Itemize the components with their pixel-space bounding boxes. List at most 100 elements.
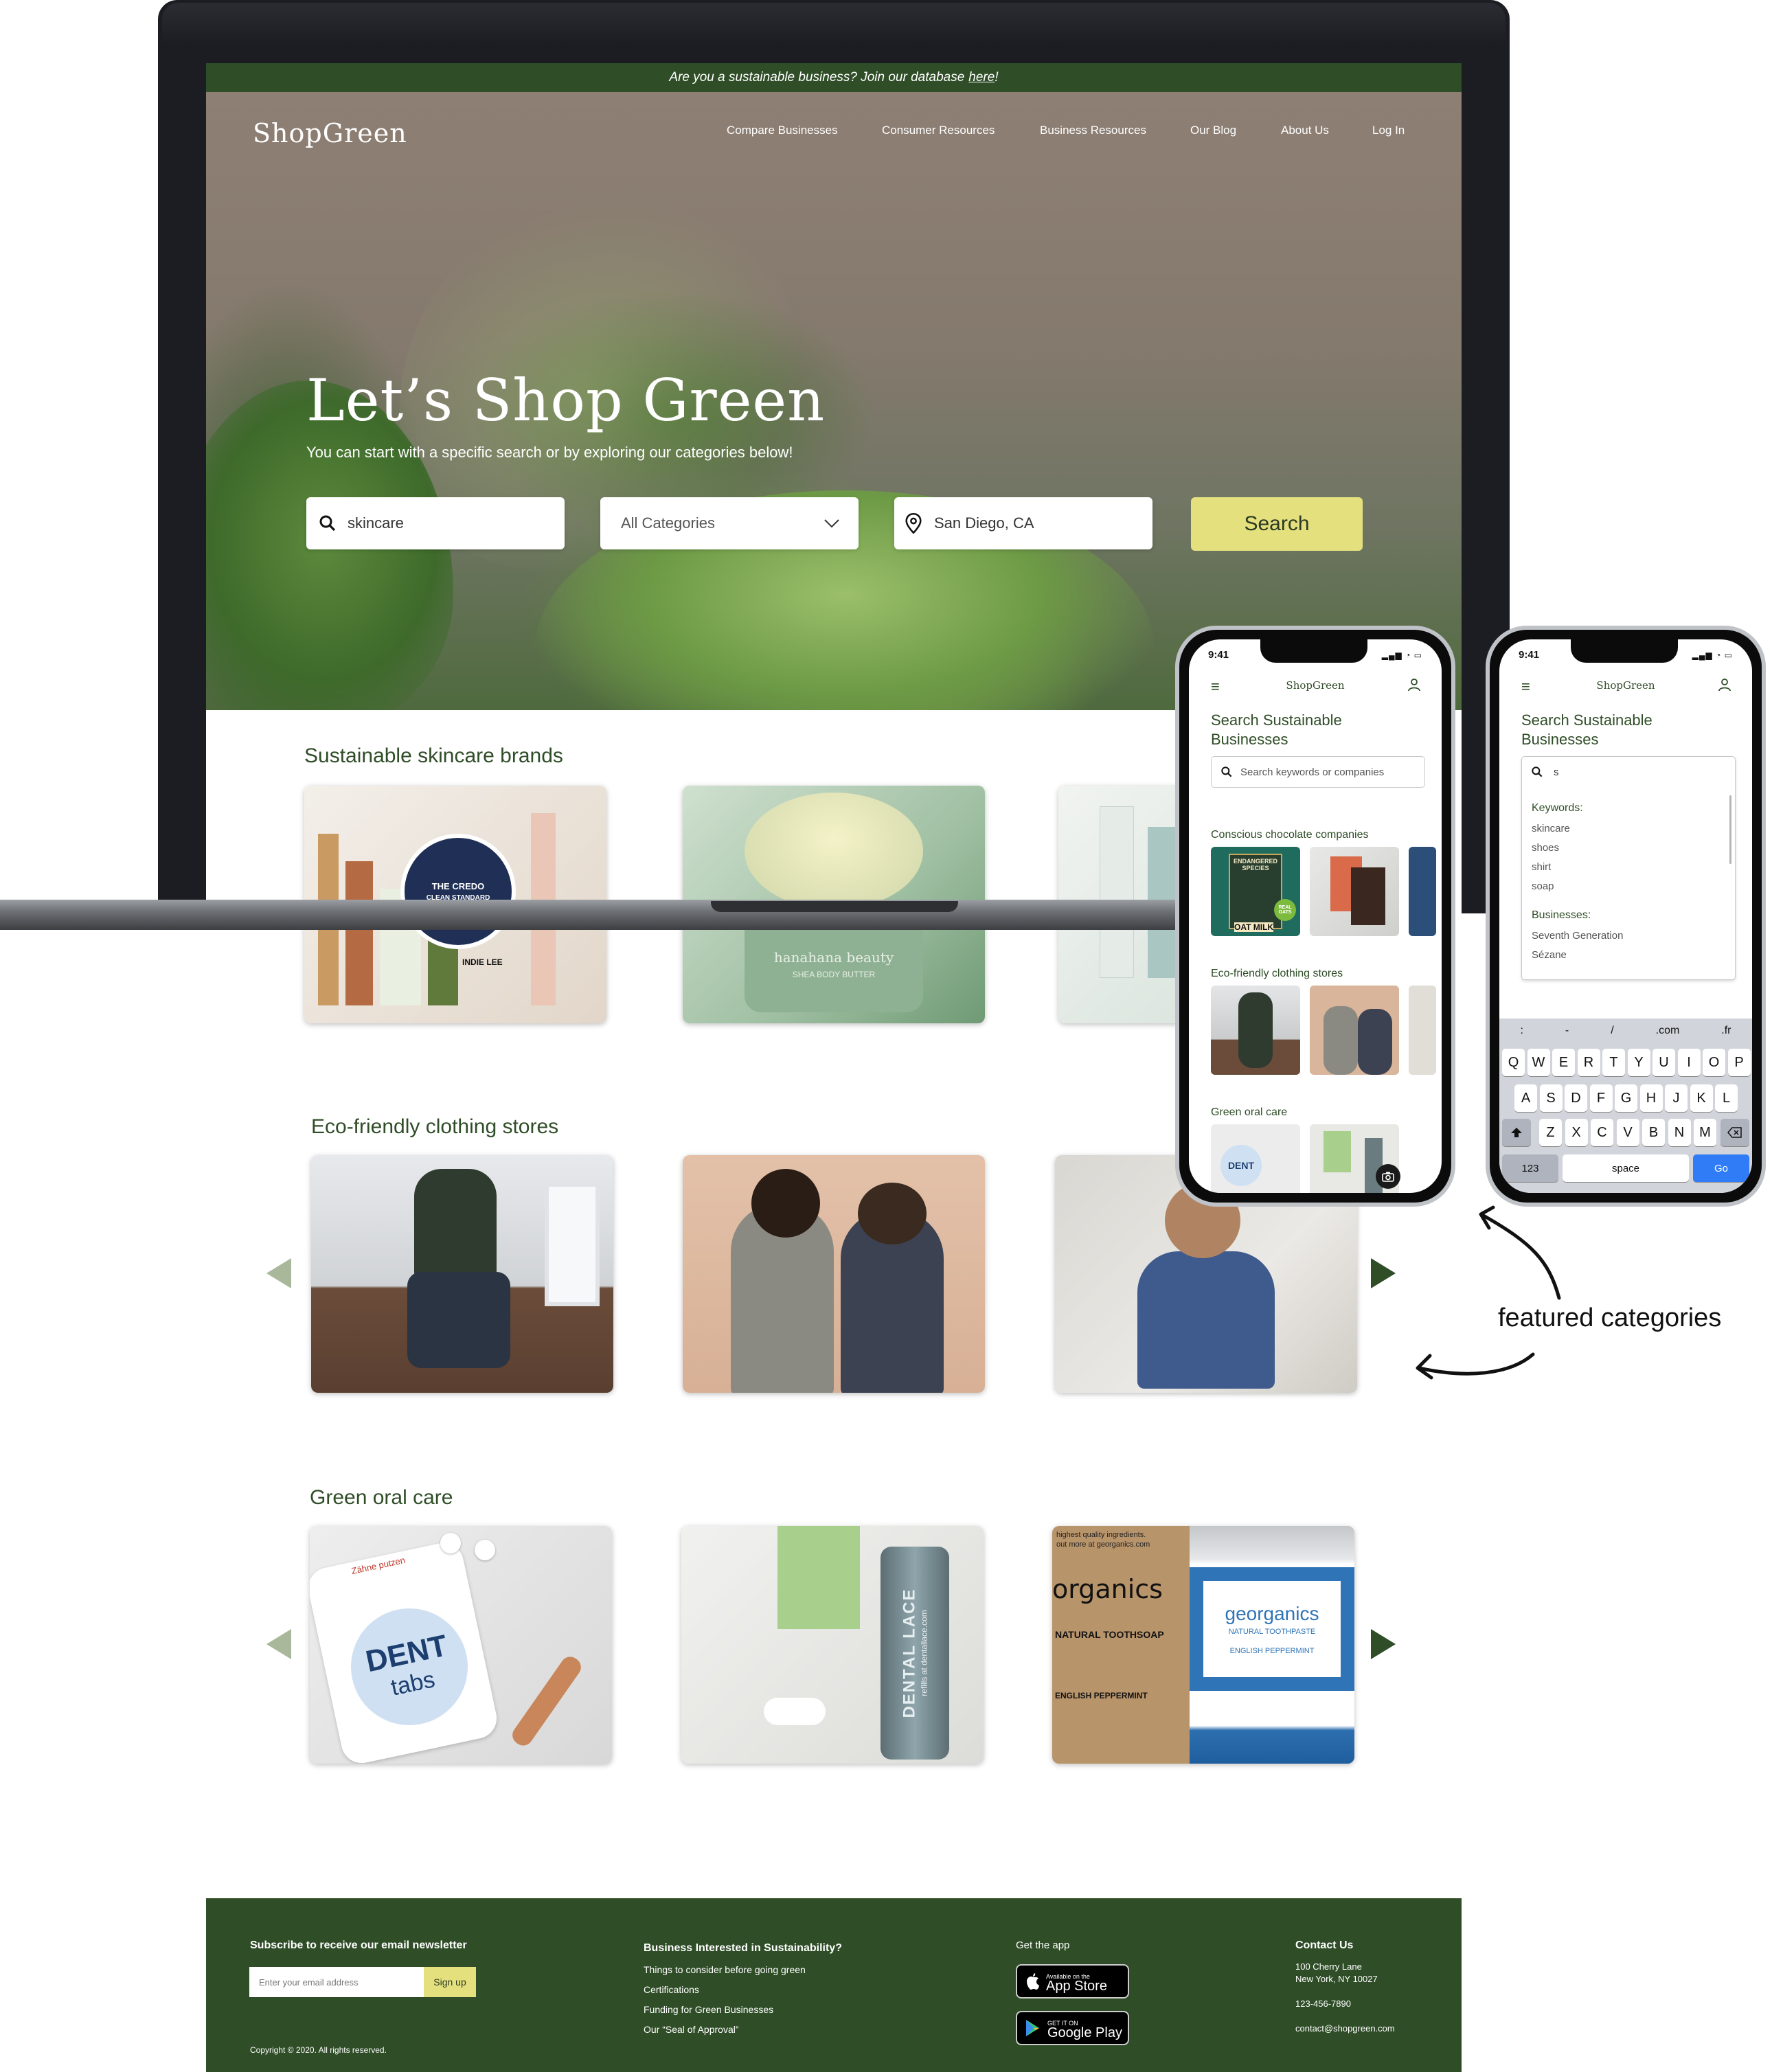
brand-logo[interactable]: ShopGreen — [253, 118, 407, 148]
keyboard-key[interactable]: V — [1616, 1119, 1639, 1146]
keyboard-key[interactable]: Z — [1539, 1119, 1562, 1146]
footer-link-seal[interactable]: Our “Seal of Approval” — [644, 2024, 739, 2035]
footer-link-funding[interactable]: Funding for Green Businesses — [644, 2004, 773, 2015]
keyboard-key[interactable]: F — [1589, 1084, 1613, 1112]
keyboard-key[interactable]: K — [1690, 1084, 1713, 1112]
keyboard-key[interactable]: L — [1715, 1084, 1738, 1112]
keyboard-key[interactable]: X — [1565, 1119, 1588, 1146]
carousel-prev-arrow[interactable] — [266, 1629, 291, 1659]
keyword-search-input[interactable]: skincare — [306, 497, 565, 549]
nav-consumer-resources[interactable]: Consumer Resources — [882, 124, 995, 137]
keyword-suggestion[interactable]: shoes — [1532, 842, 1559, 854]
keyword-suggestion[interactable]: shirt — [1532, 861, 1551, 873]
keyboard-key[interactable]: N — [1668, 1119, 1691, 1146]
numbers-key[interactable]: 123 — [1502, 1154, 1558, 1182]
announcement-link[interactable]: here — [968, 70, 995, 85]
location-input[interactable]: San Diego, CA — [894, 497, 1152, 549]
nav-business-resources[interactable]: Business Resources — [1040, 124, 1146, 137]
carousel-next-arrow[interactable] — [1371, 1629, 1396, 1659]
clothing-thumb-3[interactable] — [1409, 986, 1436, 1075]
copyright: Copyright © 2020. All rights reserved. — [250, 2045, 387, 2055]
shift-key[interactable] — [1502, 1119, 1531, 1146]
suggestion-key[interactable]: .fr — [1721, 1025, 1731, 1037]
keyboard-key[interactable]: O — [1703, 1049, 1725, 1076]
laptop-base — [0, 900, 1277, 930]
dental-lace-jar: DENTAL LACE refills at dentallace.com — [881, 1547, 949, 1760]
keyboard-key[interactable]: G — [1615, 1084, 1637, 1112]
contact-email[interactable]: contact@shopgreen.com — [1295, 2023, 1395, 2034]
category-oral-care: Green oral care — [1211, 1106, 1288, 1118]
nav-log-in[interactable]: Log In — [1372, 124, 1405, 137]
carousel-next-arrow[interactable] — [1371, 1258, 1396, 1288]
keyword-suggestion[interactable]: skincare — [1532, 823, 1570, 834]
keyboard-key[interactable]: I — [1677, 1049, 1701, 1076]
business-suggestion[interactable]: Seventh Generation — [1532, 930, 1623, 942]
chocolate-thumb-3[interactable] — [1409, 847, 1436, 936]
contact-phone[interactable]: 123-456-7890 — [1295, 1999, 1351, 2009]
carousel-prev-arrow[interactable] — [266, 1258, 291, 1288]
person — [1238, 992, 1273, 1068]
user-icon[interactable] — [1407, 678, 1421, 695]
suggestion-key[interactable]: - — [1565, 1025, 1569, 1037]
google-play-badge[interactable]: GET IT ON Google Play — [1016, 2011, 1129, 2045]
camera-icon[interactable] — [1376, 1164, 1400, 1189]
keyboard-key[interactable]: H — [1639, 1084, 1663, 1112]
nav-about-us[interactable]: About Us — [1281, 124, 1329, 137]
space-key[interactable]: space — [1563, 1154, 1689, 1182]
chocolate-thumb-1[interactable]: ENDANGERED SPECIES OAT MILK REAL OATS — [1211, 847, 1300, 936]
keyboard-key[interactable]: P — [1727, 1049, 1751, 1076]
suggestion-key[interactable]: : — [1520, 1025, 1523, 1037]
category-select[interactable]: All Categories — [600, 497, 859, 549]
clothing-card-2[interactable] — [683, 1155, 985, 1393]
keyboard-key[interactable]: M — [1694, 1119, 1716, 1146]
email-input[interactable]: Enter your email address — [249, 1967, 424, 1997]
backspace-key[interactable] — [1720, 1119, 1749, 1146]
clothing-thumb-1[interactable] — [1211, 986, 1300, 1075]
shift-icon — [1511, 1128, 1522, 1137]
app-store-badge[interactable]: Available on the App Store — [1016, 1964, 1129, 1999]
clothing-thumb-2[interactable] — [1310, 986, 1399, 1075]
floss-refill — [764, 1698, 826, 1725]
keyboard-key[interactable]: Y — [1627, 1049, 1650, 1076]
footer-link-consider[interactable]: Things to consider before going green — [644, 1964, 806, 1975]
keyboard-key[interactable]: U — [1652, 1049, 1675, 1076]
signup-button[interactable]: Sign up — [424, 1967, 476, 1997]
phone-notch — [1571, 639, 1678, 663]
oral-card-3[interactable]: highest quality ingredients. out more at… — [1052, 1526, 1354, 1764]
keyboard-key[interactable]: T — [1602, 1049, 1625, 1076]
footer: Subscribe to receive our email newslette… — [206, 1898, 1462, 2072]
nav-compare-businesses[interactable]: Compare Businesses — [727, 124, 838, 137]
keyboard-key[interactable]: S — [1539, 1084, 1563, 1112]
search-page-title: Search Sustainable Businesses — [1521, 711, 1652, 748]
product-jar: hanahana beauty SHEA BODY BUTTER — [745, 916, 923, 1012]
keyboard-key[interactable]: D — [1565, 1084, 1587, 1112]
search-button[interactable]: Search — [1191, 497, 1363, 551]
app-brand: ShopGreen — [1596, 679, 1655, 692]
announcement-text: Are you a sustainable business? Join our… — [669, 70, 965, 84]
business-suggestion[interactable]: Sézane — [1532, 949, 1567, 961]
phone-search-input[interactable]: Search keywords or companies — [1211, 756, 1425, 788]
footer-link-certifications[interactable]: Certifications — [644, 1984, 699, 1995]
chocolate-thumb-2[interactable] — [1310, 847, 1399, 936]
keyboard-key[interactable]: B — [1642, 1119, 1665, 1146]
suggestion-key[interactable]: .com — [1656, 1025, 1680, 1037]
keyword-suggestion[interactable]: soap — [1532, 880, 1554, 892]
keyboard-key[interactable]: R — [1577, 1049, 1600, 1076]
keyboard-key[interactable]: A — [1514, 1084, 1537, 1112]
clothing-card-1[interactable] — [311, 1155, 613, 1393]
user-icon[interactable] — [1718, 678, 1731, 695]
keyboard-key[interactable]: Q — [1502, 1049, 1525, 1076]
nav-our-blog[interactable]: Our Blog — [1190, 124, 1236, 137]
dropdown-scrollbar[interactable] — [1729, 795, 1731, 864]
oral-thumb-1[interactable]: DENT — [1211, 1124, 1300, 1193]
keyboard-key[interactable]: W — [1527, 1049, 1550, 1076]
category-chocolate: Conscious chocolate companies — [1211, 829, 1369, 841]
keyboard-key[interactable]: E — [1552, 1049, 1575, 1076]
oral-card-1[interactable]: DENT tabs Zähne putzen — [310, 1526, 612, 1764]
suggestion-key[interactable]: / — [1611, 1025, 1613, 1037]
keyboard-key[interactable]: J — [1665, 1084, 1688, 1112]
keyboard-key[interactable]: C — [1591, 1119, 1613, 1146]
go-key[interactable]: Go — [1693, 1154, 1749, 1182]
search-typed-value[interactable]: s — [1554, 766, 1559, 778]
oral-card-2[interactable]: DENTAL LACE refills at dentallace.com — [681, 1526, 984, 1764]
